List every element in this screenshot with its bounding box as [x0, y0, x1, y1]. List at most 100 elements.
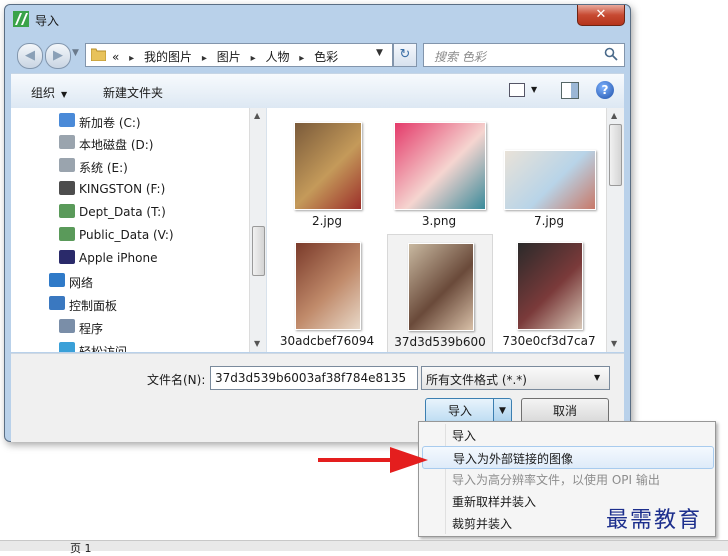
nav-item[interactable]: 本地磁盘 (D:) — [11, 132, 251, 154]
chevron-down-icon: ▼ — [594, 373, 601, 382]
nav-item-label: Public_Data (V:) — [79, 228, 174, 242]
breadcrumb-prefix[interactable]: « — [112, 50, 119, 64]
nav-item[interactable]: 网络 — [11, 270, 251, 292]
nav-item[interactable]: Dept_Data (T:) — [11, 201, 251, 223]
page-tab[interactable]: 页 1 — [70, 540, 92, 556]
file-name: 7.jpg — [533, 214, 565, 228]
address-dropdown-icon[interactable]: ▼ — [376, 48, 383, 58]
file-item[interactable]: 730e0cf3d7ca7 — [497, 234, 601, 352]
menu-item[interactable]: 导入 — [422, 424, 712, 445]
drive-icon — [59, 158, 75, 172]
menu-item-label: 裁剪并装入 — [452, 517, 513, 531]
nav-scrollbar[interactable]: ▲ ▼ — [249, 108, 266, 352]
address-bar[interactable]: « ▸ 我的图片 ▸ 图片 ▸ 人物 ▸ 色彩 ▼ — [85, 43, 393, 67]
nav-item[interactable]: 轻松访问 — [11, 339, 251, 352]
navigation-pane: 新加卷 (C:) 本地磁盘 (D:) 系统 (E:) KINGSTON (F:) Dep… — [11, 108, 267, 352]
file-type-select[interactable]: 所有文件格式 (*.*) ▼ — [421, 366, 610, 390]
search-input[interactable]: 搜索 色彩 — [423, 43, 625, 67]
view-mode-icon[interactable] — [509, 83, 525, 97]
import-dialog: 导入 ✕ ◀ ▶ ▼ « ▸ 我的图片 ▸ 图片 ▸ 人物 ▸ 色彩 ▼ ↻ 搜… — [4, 4, 631, 442]
scroll-down-icon[interactable]: ▼ — [611, 339, 617, 348]
menu-item-label: 导入为外部链接的图像 — [453, 452, 574, 466]
breadcrumb-item[interactable]: 色彩 — [314, 50, 338, 64]
back-button[interactable]: ◀ — [17, 43, 43, 69]
image-thumbnail — [517, 242, 583, 330]
programs-icon — [59, 319, 75, 333]
breadcrumb: « ▸ 我的图片 ▸ 图片 ▸ 人物 ▸ 色彩 — [112, 50, 339, 64]
scroll-up-icon[interactable]: ▲ — [254, 111, 260, 120]
preview-pane-icon[interactable] — [561, 82, 579, 99]
forward-button[interactable]: ▶ — [45, 43, 71, 69]
history-dropdown-icon[interactable]: ▼ — [72, 48, 79, 58]
nav-item-label: 程序 — [79, 322, 104, 336]
folder-icon — [91, 48, 106, 61]
command-toolbar: 组织 ▼ 新建文件夹 ▼ ? — [11, 73, 624, 109]
nav-item[interactable]: 新加卷 (C:) — [11, 110, 251, 132]
nav-item[interactable]: 系统 (E:) — [11, 155, 251, 177]
network-drive-icon — [59, 204, 75, 218]
close-button[interactable]: ✕ — [577, 5, 625, 26]
usb-drive-icon — [59, 181, 75, 195]
menu-item: 导入为高分辨率文件，以使用 OPI 输出 — [422, 468, 712, 489]
organize-menu-button[interactable]: 组织 ▼ — [31, 84, 67, 101]
app-status-strip — [0, 540, 728, 551]
menu-item-label: 导入 — [452, 429, 477, 443]
breadcrumb-item[interactable]: 我的图片 — [144, 50, 192, 64]
nav-item[interactable]: KINGSTON (F:) — [11, 178, 251, 200]
nav-item-label: Dept_Data (T:) — [79, 205, 166, 219]
scroll-thumb[interactable] — [252, 226, 265, 276]
nav-item-label: 新加卷 (C:) — [79, 116, 141, 130]
app-logo-icon — [13, 11, 29, 27]
file-item[interactable]: 30adcbef76094 — [275, 234, 379, 352]
file-list: 2.jpg 3.png 7.jpg 30adcbef76094 37d3d539b600… — [267, 108, 606, 352]
refresh-button[interactable]: ↻ — [393, 43, 417, 67]
file-scrollbar[interactable]: ▲ ▼ — [606, 108, 624, 352]
accessibility-icon — [59, 342, 75, 352]
file-name: 30adcbef76094 — [279, 334, 375, 348]
breadcrumb-item[interactable]: 图片 — [217, 50, 241, 64]
filename-input[interactable]: 37d3d539b6003af38f784e8135 — [210, 366, 418, 390]
file-item[interactable]: 2.jpg — [275, 114, 379, 234]
nav-item-label: 轻松访问 — [79, 345, 128, 352]
drive-icon — [59, 135, 75, 149]
image-thumbnail — [295, 242, 361, 330]
file-name: 3.png — [421, 214, 457, 228]
scroll-down-icon[interactable]: ▼ — [254, 339, 260, 348]
file-type-value: 所有文件格式 (*.*) — [426, 373, 527, 387]
nav-item-label: 本地磁盘 (D:) — [79, 138, 154, 152]
menu-item-label: 重新取样并装入 — [452, 495, 537, 509]
watermark-text: 最需教育 — [606, 508, 703, 533]
nav-item[interactable]: Public_Data (V:) — [11, 224, 251, 246]
file-item[interactable]: 7.jpg — [497, 114, 601, 234]
file-name: 2.jpg — [311, 214, 343, 228]
nav-item-label: 控制面板 — [69, 299, 118, 313]
image-thumbnail — [394, 122, 486, 210]
nav-item[interactable]: 控制面板 — [11, 293, 251, 315]
nav-item-label: KINGSTON (F:) — [79, 182, 166, 196]
network-icon — [49, 273, 65, 287]
nav-item-label: 网络 — [69, 276, 94, 290]
scroll-thumb[interactable] — [609, 124, 622, 186]
view-dropdown-icon[interactable]: ▼ — [531, 85, 537, 94]
scroll-up-icon[interactable]: ▲ — [611, 111, 617, 120]
nav-item[interactable]: Apple iPhone — [11, 247, 251, 269]
red-arrow-annotation — [318, 447, 428, 473]
image-thumbnail — [294, 122, 362, 210]
phone-icon — [59, 250, 75, 264]
breadcrumb-item[interactable]: 人物 — [265, 50, 289, 64]
file-name: 37d3d539b600 — [394, 335, 486, 349]
file-item[interactable]: 3.png — [387, 114, 491, 234]
file-item[interactable]: 37d3d539b600 — [387, 234, 493, 352]
search-icon[interactable] — [604, 47, 618, 61]
nav-item-label: Apple iPhone — [79, 251, 158, 265]
new-folder-button[interactable]: 新建文件夹 — [103, 84, 163, 101]
menu-item[interactable]: 导入为外部链接的图像 — [422, 446, 714, 469]
windows-drive-icon — [59, 113, 75, 127]
menu-item-label: 导入为高分辨率文件，以使用 OPI 输出 — [452, 473, 660, 487]
search-placeholder: 搜索 色彩 — [434, 50, 486, 64]
filename-label: 文件名(N): — [147, 373, 206, 387]
help-icon[interactable]: ? — [596, 81, 614, 99]
control-panel-icon — [49, 296, 65, 310]
title-bar[interactable]: 导入 ✕ — [5, 5, 630, 33]
nav-item[interactable]: 程序 — [11, 316, 251, 338]
